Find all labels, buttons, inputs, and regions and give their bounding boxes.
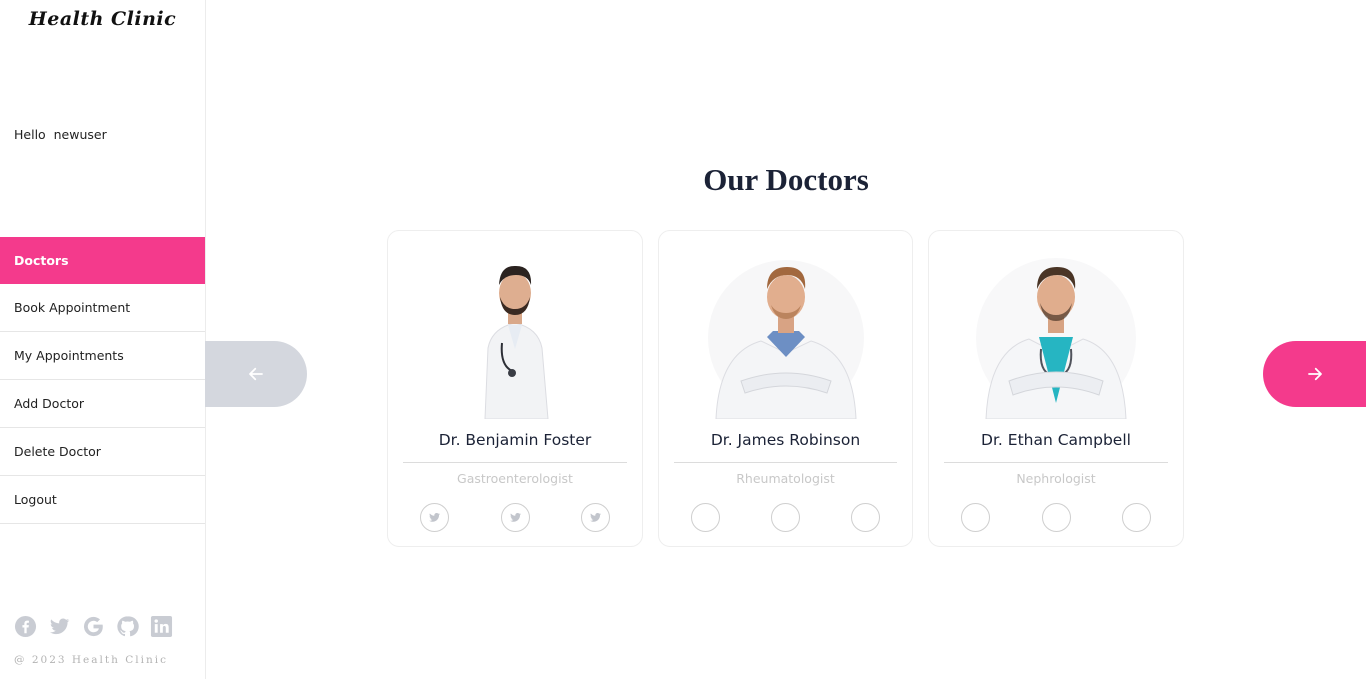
social-button[interactable] [1041, 503, 1071, 532]
arrow-right-icon [1307, 367, 1322, 381]
doctor-photo [484, 265, 549, 419]
twitter-button[interactable] [500, 503, 530, 532]
doctor-name: Dr. Ethan Campbell [981, 431, 1131, 449]
social-button[interactable] [771, 503, 800, 532]
user-greeting: Hello newuser [14, 127, 107, 142]
twitter-icon [429, 512, 441, 522]
linkedin-icon[interactable] [150, 615, 173, 638]
carousel-next-button[interactable] [1263, 341, 1366, 407]
doctor-photo [707, 260, 864, 419]
sidebar-item-add-doctor[interactable]: Add Doctor [0, 380, 205, 428]
doctor-social-links [659, 503, 912, 532]
facebook-icon[interactable] [14, 615, 37, 638]
arrow-left-icon [249, 367, 263, 381]
doctor-specialty: Rheumatologist [736, 471, 835, 486]
sidebar-item-logout[interactable]: Logout [0, 476, 205, 524]
twitter-icon [509, 512, 521, 522]
social-links [14, 615, 173, 638]
social-button[interactable] [1122, 503, 1151, 532]
github-icon[interactable] [116, 615, 139, 638]
doctor-social-links [929, 503, 1183, 532]
doctor-name: Dr. Benjamin Foster [438, 431, 592, 449]
twitter-button[interactable] [581, 503, 610, 532]
sidebar-nav: Doctors Book Appointment My Appointments… [0, 237, 205, 524]
doctor-specialty: Nephrologist [1016, 471, 1096, 486]
doctor-name: Dr. James Robinson [710, 431, 861, 449]
sidebar-item-doctors[interactable]: Doctors [0, 237, 205, 284]
doctor-card: Dr. Ethan Campbell Nephrologist [928, 230, 1184, 547]
doctor-social-links [388, 503, 642, 532]
doctor-card: Dr. James Robinson Rheumatologist [658, 230, 913, 547]
page-title: Our Doctors [703, 162, 869, 197]
google-icon[interactable] [82, 615, 105, 638]
sidebar-item-delete-doctor[interactable]: Delete Doctor [0, 428, 205, 476]
sidebar-item-my-appointments[interactable]: My Appointments [0, 332, 205, 380]
doctor-specialty: Gastroenterologist [457, 471, 573, 486]
twitter-button[interactable] [420, 503, 449, 532]
doctor-photo [976, 258, 1136, 419]
card-divider [944, 462, 1168, 463]
social-button[interactable] [961, 503, 990, 532]
twitter-icon[interactable] [48, 615, 71, 638]
sidebar: Health Clinic Hello newuser Doctors Book… [0, 0, 206, 679]
doctor-card: Dr. Benjamin Foster Gastroenterologist [387, 230, 643, 547]
twitter-icon [590, 512, 602, 522]
social-button[interactable] [691, 503, 720, 532]
social-button[interactable] [851, 503, 880, 532]
sidebar-item-book-appointment[interactable]: Book Appointment [0, 284, 205, 332]
copyright-text: @ 2023 Health Clinic [14, 654, 168, 666]
brand-logo[interactable]: Health Clinic [0, 8, 205, 30]
card-divider [403, 462, 627, 463]
card-divider [674, 462, 897, 463]
carousel-prev-button[interactable] [205, 341, 307, 407]
